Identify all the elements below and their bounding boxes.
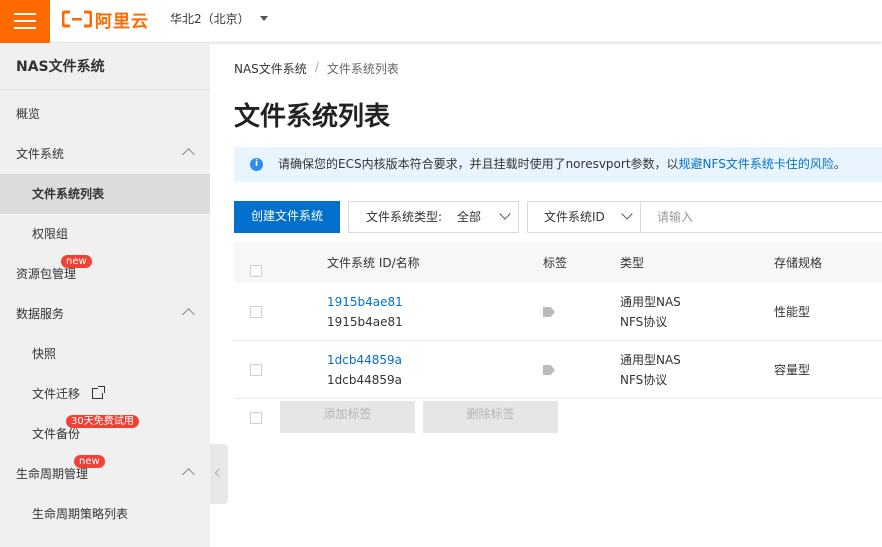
sidebar-title: NAS文件系统 xyxy=(0,44,210,90)
tag-icon[interactable] xyxy=(543,307,555,317)
sidebar-item-label: 快照 xyxy=(32,347,57,361)
filesystem-type-select[interactable]: 文件系统类型: 全部 xyxy=(348,201,519,233)
aliyun-logo[interactable]: 阿里云 xyxy=(62,8,149,32)
aliyun-logo-icon xyxy=(62,10,92,28)
notice-text: 请确保您的ECS内核版本符合要求，并且挂载时使用了noresvport参数，以 xyxy=(278,157,679,171)
breadcrumb-separator: / xyxy=(314,60,319,74)
sidebar-group-data-service[interactable]: 数据服务 xyxy=(0,294,210,334)
sidebar-item-label: 文件迁移 xyxy=(32,387,81,401)
storage-spec: 容量型 xyxy=(774,363,811,377)
chevron-up-icon xyxy=(182,148,195,161)
filesystem-id-link[interactable]: 1915b4ae81 xyxy=(327,292,403,312)
remove-tag-button[interactable]: 删除标签 xyxy=(423,401,558,433)
free-trial-badge: 30天免费试用 xyxy=(66,415,139,428)
column-header-type: 类型 xyxy=(620,256,645,270)
filter-label: 文件系统类型: xyxy=(366,210,443,224)
notice-banner: i 请确保您的ECS内核版本符合要求，并且挂载时使用了noresvport参数，… xyxy=(234,147,882,182)
type-cell: 通用型NAS NFS协议 xyxy=(620,350,681,390)
sidebar-item-resource-package[interactable]: 资源包管理 new xyxy=(0,254,210,294)
chevron-left-icon xyxy=(214,468,224,478)
type-primary: 通用型NAS xyxy=(620,353,681,367)
logo-text: 阿里云 xyxy=(95,11,149,32)
sidebar-item-label: 生命周期管理 xyxy=(16,467,89,481)
sidebar-collapse-handle[interactable] xyxy=(210,444,228,504)
sidebar-group-lifecycle[interactable]: 生命周期管理 new xyxy=(0,454,210,494)
sidebar-item-file-migration[interactable]: 文件迁移 xyxy=(0,374,210,414)
sidebar-item-label: 资源包管理 xyxy=(16,267,77,281)
column-header-id: 文件系统 ID/名称 xyxy=(327,256,420,270)
new-badge: new xyxy=(61,255,92,268)
id-cell: 1dcb44859a 1dcb44859a xyxy=(327,350,402,390)
notice-link[interactable]: 规避NFS文件系统卡住的风险 xyxy=(679,157,834,171)
sidebar-item-label: 文件系统列表 xyxy=(32,187,105,201)
region-label: 华北2（北京） xyxy=(170,12,250,26)
sidebar-item-label: 数据服务 xyxy=(16,307,65,321)
type-protocol: NFS协议 xyxy=(620,373,668,387)
bulk-actions: 添加标签 删除标签 xyxy=(234,399,882,439)
sidebar-item-label: 文件系统 xyxy=(16,147,65,161)
caret-down-icon xyxy=(259,16,268,21)
column-header-tag: 标签 xyxy=(543,256,568,270)
type-primary: 通用型NAS xyxy=(620,295,681,309)
chevron-down-icon xyxy=(499,208,511,220)
filesystem-id-link[interactable]: 1dcb44859a xyxy=(327,350,402,370)
filter-value: 全部 xyxy=(457,210,482,224)
sidebar-item-label: 生命周期策略列表 xyxy=(32,507,129,521)
sidebar-item-label: 文件备份 xyxy=(32,427,81,441)
sidebar-item-permission-group[interactable]: 权限组 xyxy=(0,214,210,254)
storage-spec: 性能型 xyxy=(774,305,811,319)
top-bar: 阿里云 华北2（北京） xyxy=(0,0,882,43)
sidebar: NAS文件系统 概览 文件系统 文件系统列表 权限组 资源包管理 new 数据服… xyxy=(0,44,210,547)
chevron-up-icon xyxy=(182,308,195,321)
hamburger-menu-icon[interactable] xyxy=(0,0,50,43)
sidebar-item-label: 概览 xyxy=(16,107,41,121)
type-cell: 通用型NAS NFS协议 xyxy=(620,292,681,332)
sidebar-item-lifecycle-policy-list[interactable]: 生命周期策略列表 xyxy=(0,494,210,534)
search-field-select[interactable]: 文件系统ID xyxy=(527,201,641,233)
notice-suffix: 。 xyxy=(833,157,846,171)
bulk-select-checkbox[interactable] xyxy=(250,412,262,424)
new-badge: new xyxy=(74,455,105,468)
filesystem-name: 1dcb44859a xyxy=(327,373,402,387)
search-input[interactable]: 请输入 xyxy=(641,201,882,233)
table-header: 文件系统 ID/名称 标签 类型 存储规格 xyxy=(234,242,882,283)
breadcrumb-current: 文件系统列表 xyxy=(326,62,399,76)
chevron-up-icon xyxy=(182,468,195,481)
chevron-down-icon xyxy=(621,208,633,220)
sidebar-item-snapshot[interactable]: 快照 xyxy=(0,334,210,374)
table-row: 1915b4ae81 1915b4ae81 通用型NAS NFS协议 性能型 xyxy=(234,283,882,341)
add-tag-button[interactable]: 添加标签 xyxy=(280,401,415,433)
tag-icon[interactable] xyxy=(543,365,555,375)
info-icon: i xyxy=(250,158,263,171)
row-checkbox[interactable] xyxy=(250,364,262,376)
search-field-value: 文件系统ID xyxy=(544,210,605,224)
external-link-icon xyxy=(91,386,105,399)
sidebar-item-filesystem-list[interactable]: 文件系统列表 xyxy=(0,174,210,214)
page-title: 文件系统列表 xyxy=(234,102,391,132)
sidebar-item-overview[interactable]: 概览 xyxy=(0,94,210,134)
breadcrumb: NAS文件系统 / 文件系统列表 xyxy=(234,60,399,77)
select-all-checkbox[interactable] xyxy=(250,265,262,277)
id-cell: 1915b4ae81 1915b4ae81 xyxy=(327,292,403,332)
region-selector[interactable]: 华北2（北京） xyxy=(170,10,268,27)
sidebar-item-file-backup[interactable]: 文件备份 30天免费试用 xyxy=(0,414,210,454)
type-protocol: NFS协议 xyxy=(620,315,668,329)
breadcrumb-root-link[interactable]: NAS文件系统 xyxy=(234,60,307,77)
sidebar-group-filesystem[interactable]: 文件系统 xyxy=(0,134,210,174)
table-row: 1dcb44859a 1dcb44859a 通用型NAS NFS协议 容量型 xyxy=(234,341,882,399)
column-header-spec: 存储规格 xyxy=(774,256,823,270)
row-checkbox[interactable] xyxy=(250,306,262,318)
sidebar-item-label: 权限组 xyxy=(32,227,69,241)
toolbar: 创建文件系统 文件系统类型: 全部 文件系统ID 请输入 xyxy=(234,201,882,233)
create-filesystem-button[interactable]: 创建文件系统 xyxy=(234,201,340,233)
filesystem-table: 文件系统 ID/名称 标签 类型 存储规格 1915b4ae81 1915b4a… xyxy=(234,242,882,439)
filesystem-name: 1915b4ae81 xyxy=(327,315,403,329)
